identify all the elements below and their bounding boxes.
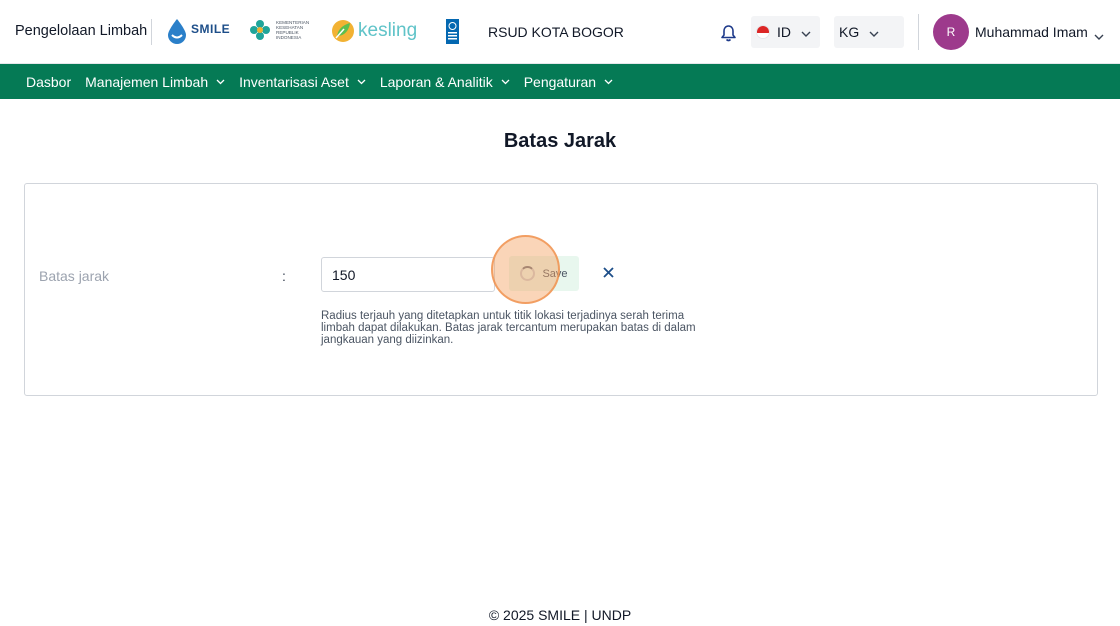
distance-limit-help: Radius terjauh yang ditetapkan untuk tit…: [321, 310, 696, 346]
footer-copyright: © 2025 SMILE | UNDP: [488, 607, 632, 623]
kesling-logo: kesling: [331, 18, 417, 44]
unit-label: KG: [839, 24, 860, 40]
header-divider: [918, 14, 919, 50]
loading-spinner-icon: [520, 266, 536, 281]
undp-logo: [446, 19, 459, 44]
hospital-name: RSUD KOTA BOGOR: [488, 24, 624, 40]
label-colon: :: [282, 268, 286, 284]
notification-bell-icon[interactable]: [720, 24, 737, 47]
chevron-down-icon: [357, 79, 366, 85]
kemkes-logo: KEMENTERIAN KESEHATAN REPUBLIK INDONESIA: [248, 18, 310, 42]
user-name[interactable]: Muhammad Imam: [975, 24, 1088, 40]
chevron-down-icon: [216, 79, 225, 85]
page-title: Batas Jarak: [503, 130, 617, 152]
top-header: Pengelolaan Limbah SMILE KEMENTERIAN KES…: [0, 0, 1120, 64]
save-button[interactable]: Save: [509, 256, 579, 291]
chevron-down-icon: [869, 24, 879, 40]
nav-item-laporan-analitik[interactable]: Laporan & Analitik: [380, 74, 510, 90]
save-label: Save: [542, 267, 568, 280]
indonesia-flag-icon: [756, 25, 770, 39]
nav-item-inventarisasi-aset[interactable]: Inventarisasi Aset: [239, 74, 366, 90]
nav-item-dasbor[interactable]: Dasbor: [26, 74, 71, 90]
smile-logo: SMILE: [166, 18, 230, 44]
header-divider: [151, 19, 152, 45]
nav-item-pengaturan[interactable]: Pengaturan: [524, 74, 613, 90]
main-nav: Dasbor Manajemen Limbah Inventarisasi As…: [0, 64, 1120, 99]
chevron-down-icon: [801, 24, 811, 40]
language-label: ID: [777, 24, 791, 40]
unit-selector[interactable]: KG: [834, 16, 904, 48]
app-title: Pengelolaan Limbah: [15, 23, 148, 39]
avatar[interactable]: R: [933, 14, 969, 50]
chevron-down-icon[interactable]: [1094, 27, 1104, 45]
chevron-down-icon: [604, 79, 613, 85]
distance-limit-card: Batas jarak : Save Radius terjauh yang d…: [24, 183, 1098, 396]
distance-limit-label: Batas jarak: [39, 268, 110, 284]
nav-item-manajemen-limbah[interactable]: Manajemen Limbah: [85, 74, 225, 90]
close-icon[interactable]: [600, 264, 616, 280]
chevron-down-icon: [501, 79, 510, 85]
language-selector[interactable]: ID: [751, 16, 820, 48]
distance-limit-input[interactable]: [321, 257, 495, 292]
